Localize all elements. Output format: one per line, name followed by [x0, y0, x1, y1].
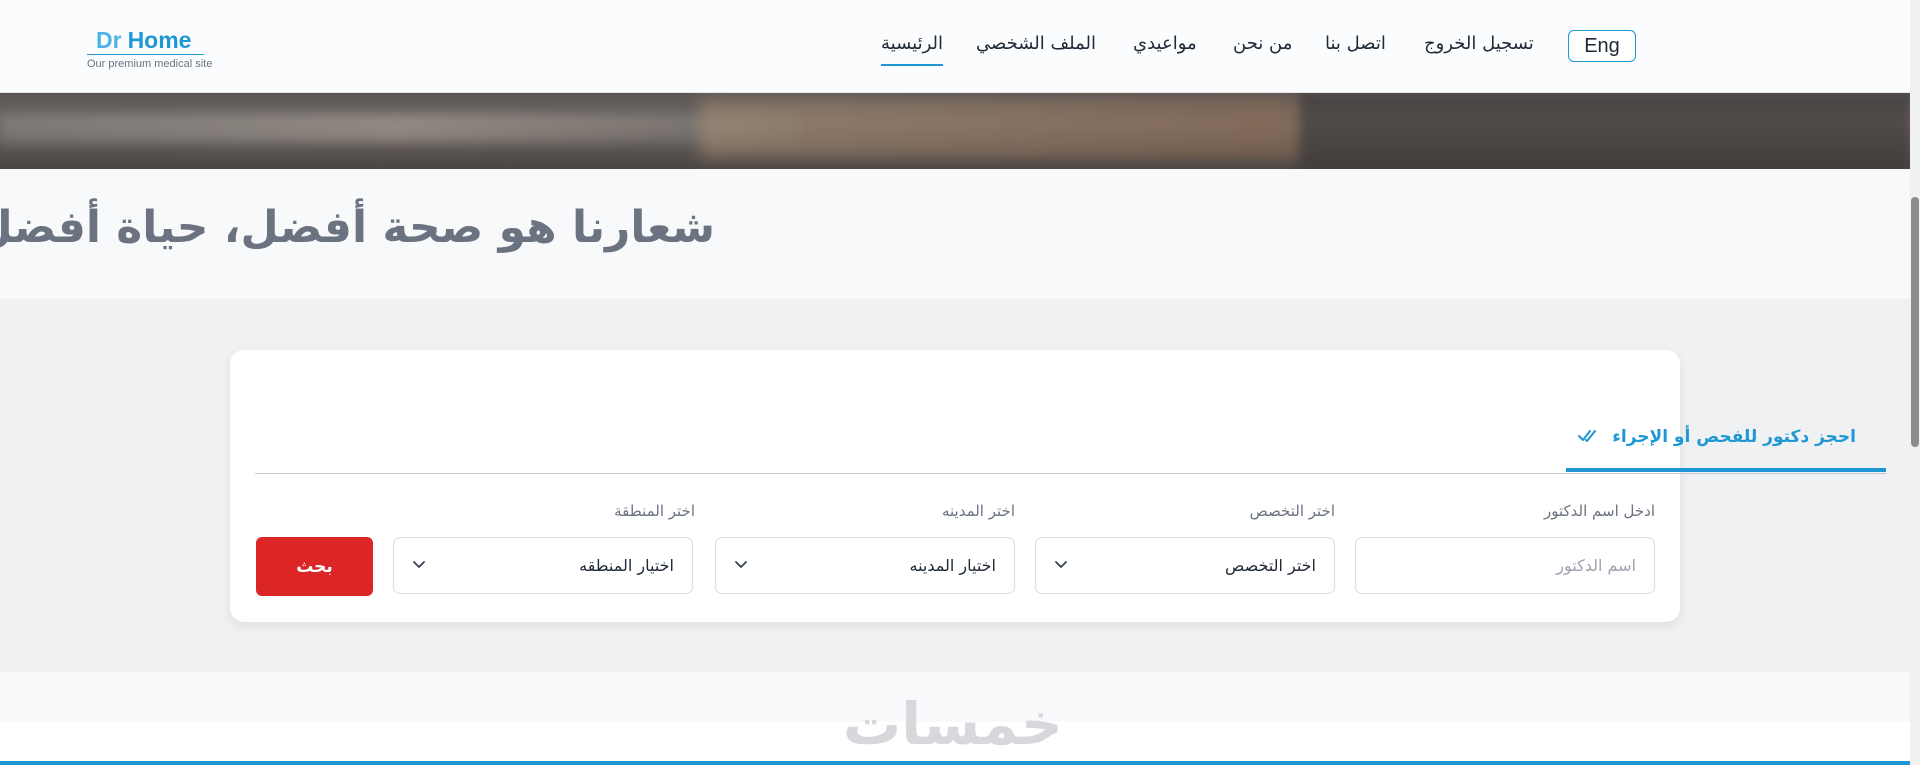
tab-book-doctor[interactable]: احجز دكتور للفحص أو الإجراء — [1566, 418, 1886, 456]
nav-link-appointments[interactable]: مواعيدي — [1133, 33, 1197, 54]
tab-book-doctor-label: احجز دكتور للفحص أو الإجراء — [1612, 427, 1856, 447]
specialty-label: اختر التخصص — [1249, 502, 1335, 520]
chevron-down-icon — [1054, 556, 1068, 575]
nav-link-logout[interactable]: تسجيل الخروج — [1424, 33, 1534, 54]
search-button[interactable]: بحث — [256, 537, 373, 596]
doctor-name-label: ادخل اسم الدكتور — [1543, 502, 1655, 520]
nav-link-about[interactable]: من نحن — [1233, 33, 1292, 54]
specialty-select[interactable]: اختر التخصص — [1035, 537, 1335, 594]
doctor-search-card: احجز دكتور للفحص أو الإجراء ادخل اسم الد… — [230, 350, 1886, 622]
logo-underline — [87, 54, 204, 55]
area-select[interactable]: اختيار المنطقه — [393, 537, 693, 594]
doctor-name-placeholder: اسم الدكتور — [1556, 556, 1636, 575]
area-selected-value: اختيار المنطقه — [579, 556, 674, 575]
top-navbar: Dr Home Our premium medical site الرئيسية… — [0, 0, 1910, 93]
nav-link-contact[interactable]: اتصل بنا — [1325, 33, 1386, 54]
scrollbar-thumb[interactable] — [1911, 197, 1919, 447]
chevron-down-icon — [734, 556, 748, 575]
tabs-divider — [255, 473, 1886, 474]
accent-border — [0, 761, 1910, 765]
nav-link-profile[interactable]: الملف الشخصي — [976, 33, 1096, 54]
hero-image — [0, 93, 1910, 169]
language-switch-button[interactable]: Eng — [1568, 30, 1636, 62]
city-select[interactable]: اختيار المدينه — [715, 537, 1015, 594]
logo-brand: Home — [127, 27, 192, 53]
double-check-icon — [1578, 428, 1600, 447]
city-label: اختر المدينه — [941, 502, 1015, 520]
slogan-section: شعارنا هو صحة أفضل، حياة أفضل — [0, 169, 1910, 299]
logo-title: Dr Home — [87, 27, 227, 53]
chevron-down-icon — [412, 556, 426, 575]
watermark: خمسات — [843, 690, 1063, 758]
logo-prefix: Dr — [96, 27, 122, 53]
slogan-heading: شعارنا هو صحة أفضل، حياة أفضل — [0, 202, 715, 253]
city-selected-value: اختيار المدينه — [909, 556, 996, 575]
logo-tagline: Our premium medical site — [87, 58, 213, 70]
logo[interactable]: Dr Home Our premium medical site — [87, 27, 227, 70]
area-label: اختر المنطقة — [614, 502, 695, 520]
doctor-name-input[interactable]: اسم الدكتور — [1355, 537, 1655, 594]
specialty-selected-value: اختر التخصص — [1224, 556, 1316, 575]
nav-link-home[interactable]: الرئيسية — [881, 33, 943, 66]
tab-active-indicator — [1566, 468, 1886, 472]
